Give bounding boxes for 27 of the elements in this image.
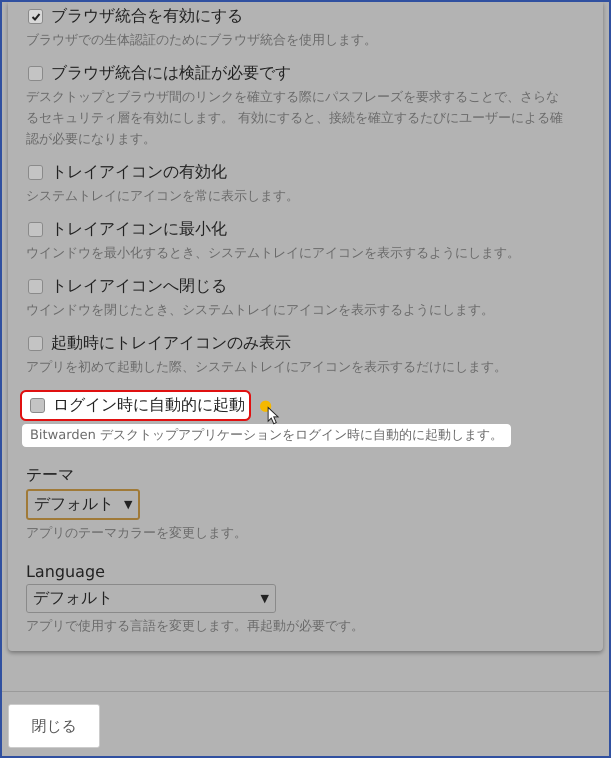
checkbox[interactable] [28, 9, 43, 24]
option-description: Bitwarden デスクトップアプリケーションをログイン時に自動的に起動します。 [22, 424, 511, 447]
checkbox[interactable] [28, 222, 43, 237]
option-description: システムトレイにアイコンを常に表示します。 [26, 188, 299, 206]
select-label: テーマ [26, 465, 74, 486]
checkbox[interactable] [28, 279, 43, 294]
option-description: ウインドウを最小化するとき、システムトレイにアイコンを表示するようにします。 [26, 245, 520, 263]
dropdown[interactable]: デフォルト ▼ [26, 489, 140, 520]
close-button[interactable]: 閉じる [8, 704, 100, 748]
caret-icon: ▼ [260, 592, 269, 605]
option-title: ログイン時に自動的に起動 [53, 395, 245, 416]
checkbox[interactable] [30, 398, 45, 413]
dropdown[interactable]: デフォルト ▼ [26, 584, 276, 613]
option-description: ウインドウを閉じたとき、システムトレイにアイコンを表示するようにします。 [26, 302, 494, 320]
checkbox[interactable] [28, 336, 43, 351]
checkbox[interactable] [28, 165, 43, 180]
option-description: デスクトップとブラウザ間のリンクを確立する際にパスフレーズを要求することで、さらなるセキュリティ層を有効にします。 有効にすると、接続を確立するたびにユーザーによる確認が必要になります。 [26, 89, 564, 149]
option-description: アプリを初めて起動した際、システムトレイにアイコンを表示するだけにします。 [26, 359, 507, 377]
highlighted-option[interactable]: ログイン時に自動的に起動 [20, 390, 251, 421]
check-icon [30, 12, 40, 22]
caret-icon: ▼ [124, 498, 132, 511]
select-description: アプリで使用する言語を変更します。再起動が必要です。 [26, 618, 364, 636]
checkbox[interactable] [28, 66, 43, 81]
select-label: Language [26, 562, 105, 581]
cursor-icon [258, 400, 282, 425]
option-description: ブラウザでの生体認証のためにブラウザ統合を使用します。 [26, 32, 377, 50]
select-description: アプリのテーマカラーを変更します。 [26, 525, 247, 543]
